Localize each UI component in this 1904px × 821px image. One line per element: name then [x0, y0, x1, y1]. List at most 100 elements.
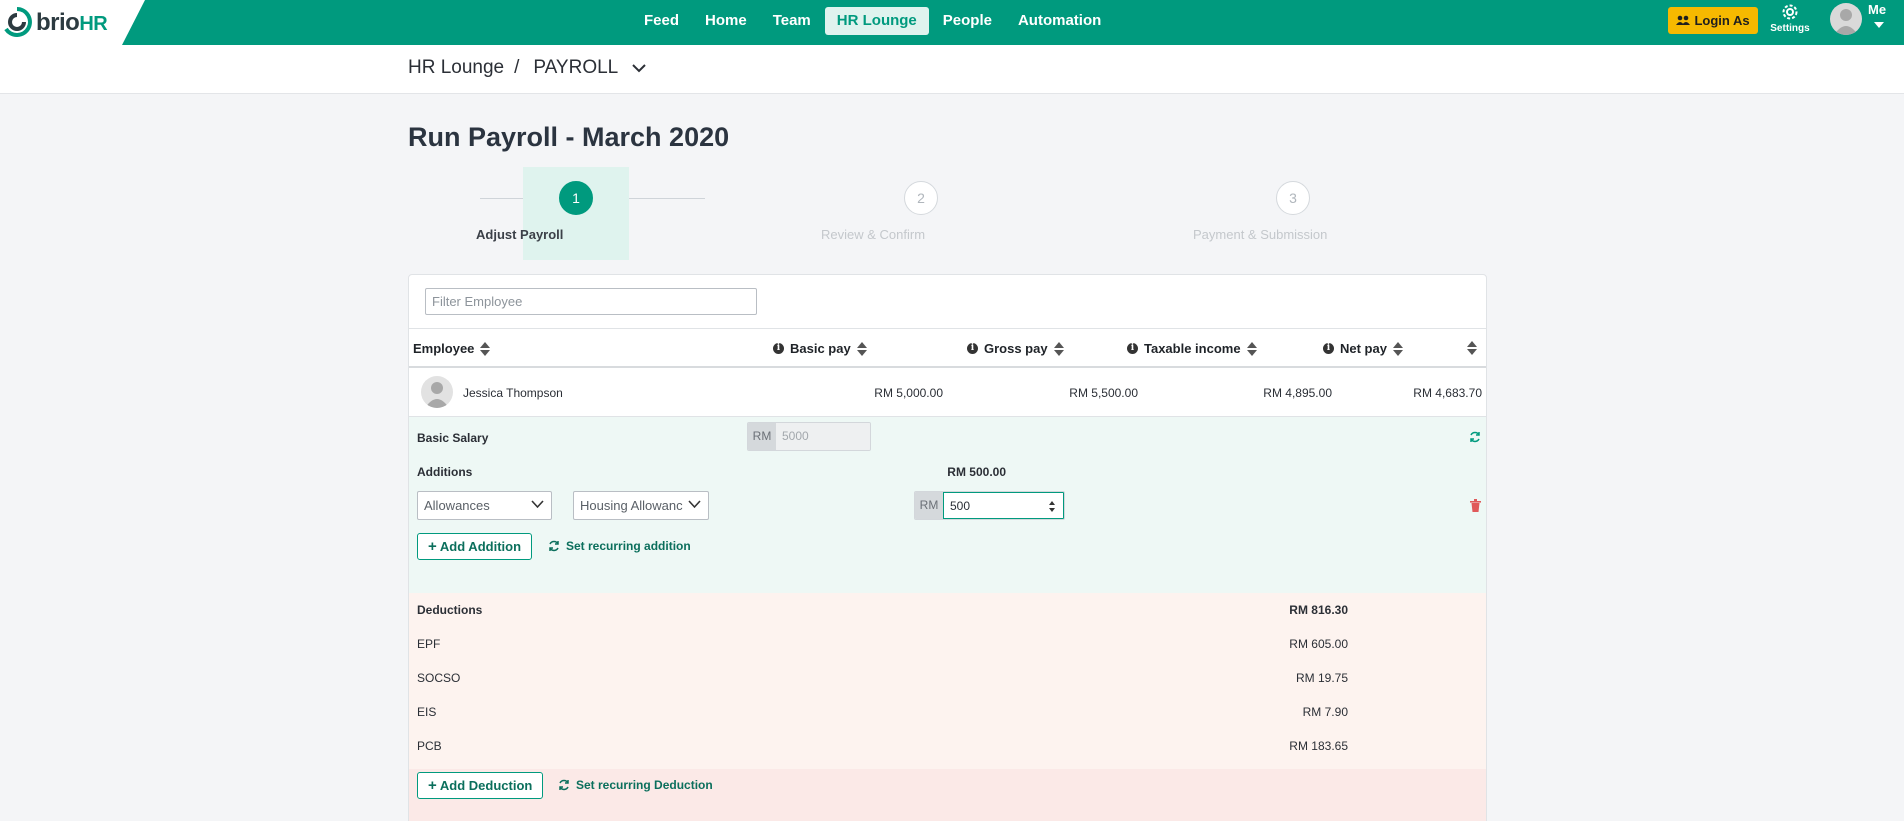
- sort-icon[interactable]: [1246, 341, 1257, 356]
- addition-type-value: Housing Allowanc: [580, 498, 683, 513]
- set-recurring-addition-link[interactable]: Set recurring addition: [548, 539, 691, 553]
- header-label: Employee: [413, 341, 475, 356]
- filter-employee-input[interactable]: [425, 288, 757, 315]
- addition-category-select[interactable]: Allowances: [417, 491, 552, 520]
- users-icon: [1676, 15, 1691, 25]
- login-as-button[interactable]: Login As: [1668, 7, 1758, 34]
- nav-item-automation[interactable]: Automation: [1006, 7, 1113, 35]
- add-deduction-label: Add Deduction: [439, 778, 533, 793]
- basic-salary-input[interactable]: RM 5000: [747, 422, 871, 451]
- header-employee[interactable]: Employee: [413, 341, 491, 356]
- addition-category-value: Allowances: [424, 498, 490, 513]
- header-extra[interactable]: [1467, 341, 1477, 355]
- basic-salary-label: Basic Salary: [417, 431, 489, 445]
- header-taxable-income[interactable]: i Taxable income: [1127, 341, 1257, 356]
- addition-amount-input[interactable]: RM 500: [914, 491, 1065, 520]
- breadcrumb-parent[interactable]: HR Lounge: [408, 57, 504, 79]
- main-nav: Feed Home Team HR Lounge People Automati…: [632, 7, 1115, 35]
- nav-item-home[interactable]: Home: [693, 7, 759, 35]
- refresh-icon: [559, 779, 569, 791]
- trash-icon[interactable]: [1470, 499, 1481, 512]
- deduction-name: PCB: [417, 739, 442, 753]
- info-icon[interactable]: i: [967, 343, 978, 354]
- add-addition-label: Add Addition: [439, 539, 522, 554]
- header-gross-pay[interactable]: i Gross pay: [967, 341, 1064, 356]
- table-header: Employee i Basic pay i Gross pay i Taxab…: [409, 328, 1486, 368]
- employee-avatar: [421, 376, 453, 408]
- taxable-income-value: RM 4,895.00: [1263, 386, 1332, 400]
- step-label: Payment & Submission: [1193, 227, 1328, 242]
- step-label: Adjust Payroll: [476, 227, 564, 242]
- addition-amount-text: 500: [950, 499, 971, 513]
- deduction-amount: RM 7.90: [1302, 705, 1348, 719]
- breadcrumb-current[interactable]: PAYROLL: [533, 57, 618, 79]
- nav-item-team[interactable]: Team: [761, 7, 823, 35]
- addition-amount-value[interactable]: 500: [943, 492, 1064, 519]
- set-recurring-deduction-label: Set recurring Deduction: [576, 778, 713, 792]
- table-row[interactable]: Jessica Thompson RM 5,000.00 RM 5,500.00…: [409, 368, 1486, 417]
- basic-salary-value[interactable]: 5000: [776, 423, 870, 450]
- deduction-amount: RM 183.65: [1289, 739, 1348, 753]
- additions-total: RM 500.00: [947, 465, 1006, 479]
- header-label: Net pay: [1340, 341, 1387, 356]
- deductions-total: RM 816.30: [1289, 603, 1348, 617]
- set-recurring-addition-label: Set recurring addition: [566, 539, 691, 553]
- brand-name: brioHR: [36, 9, 108, 36]
- step-number: 2: [904, 181, 938, 215]
- user-icon: [425, 382, 449, 408]
- deduction-amount: RM 605.00: [1289, 637, 1348, 651]
- basic-pay-value: RM 5,000.00: [874, 386, 943, 400]
- sort-icon[interactable]: [1467, 341, 1477, 355]
- deduction-name: EPF: [417, 637, 441, 651]
- breadcrumb-bar: HR Lounge / PAYROLL: [0, 45, 1904, 94]
- info-icon[interactable]: i: [1127, 343, 1138, 354]
- info-icon[interactable]: i: [1323, 343, 1334, 354]
- user-menu-label[interactable]: Me: [1868, 2, 1886, 17]
- step-number: 1: [559, 181, 593, 215]
- nav-item-hr-lounge[interactable]: HR Lounge: [824, 7, 929, 35]
- nav-item-feed[interactable]: Feed: [632, 7, 691, 35]
- deductions-label: Deductions: [417, 603, 483, 617]
- plus-icon: +: [428, 777, 437, 794]
- header-basic-pay[interactable]: i Basic pay: [773, 341, 867, 356]
- step-payment-submission[interactable]: 3 Payment & Submission: [1193, 181, 1393, 242]
- brio-logo-icon: [4, 7, 32, 37]
- plus-icon: +: [428, 538, 437, 555]
- step-adjust-payroll[interactable]: 1 Adjust Payroll: [476, 181, 676, 242]
- sort-icon[interactable]: [856, 341, 867, 356]
- step-label: Review & Confirm: [821, 227, 926, 242]
- info-icon[interactable]: i: [773, 343, 784, 354]
- step-number: 3: [1276, 181, 1310, 215]
- net-pay-value: RM 4,683.70: [1413, 386, 1482, 400]
- add-deduction-button[interactable]: + Add Deduction: [417, 772, 544, 799]
- sort-icon[interactable]: [1053, 341, 1064, 356]
- breadcrumb-separator: /: [514, 57, 520, 78]
- settings-button[interactable]: Settings: [1768, 2, 1812, 34]
- add-addition-button[interactable]: + Add Addition: [417, 533, 533, 560]
- header-label: Gross pay: [984, 341, 1048, 356]
- payroll-card: Employee i Basic pay i Gross pay i Taxab…: [408, 274, 1487, 821]
- header-label: Basic pay: [790, 341, 851, 356]
- chevron-down-icon: [688, 500, 701, 509]
- caret-down-icon[interactable]: [1874, 22, 1884, 28]
- chevron-down-icon[interactable]: [632, 63, 646, 73]
- deduction-name: SOCSO: [417, 671, 461, 685]
- nav-item-people[interactable]: People: [931, 7, 1004, 35]
- header-net-pay[interactable]: i Net pay: [1323, 341, 1403, 356]
- deduction-amount: RM 19.75: [1295, 671, 1348, 685]
- brand-logo[interactable]: brioHR: [0, 0, 145, 45]
- user-icon: [1834, 9, 1858, 35]
- step-review-confirm[interactable]: 2 Review & Confirm: [821, 181, 1021, 242]
- gear-icon: [1782, 4, 1798, 20]
- refresh-icon[interactable]: [1469, 431, 1481, 443]
- addition-type-select[interactable]: Housing Allowanc: [573, 491, 709, 520]
- login-as-label: Login As: [1694, 13, 1750, 28]
- deductions-section: Deductions RM 816.30 EPF RM 605.00 SOCSO…: [409, 593, 1486, 769]
- deduction-name: EIS: [417, 705, 437, 719]
- page-title: Run Payroll - March 2020: [408, 122, 730, 152]
- set-recurring-deduction-link[interactable]: Set recurring Deduction: [558, 778, 713, 792]
- user-avatar[interactable]: [1830, 3, 1862, 35]
- sort-icon[interactable]: [480, 341, 491, 356]
- sort-icon[interactable]: [1392, 341, 1403, 356]
- employee-name: Jessica Thompson: [463, 386, 563, 400]
